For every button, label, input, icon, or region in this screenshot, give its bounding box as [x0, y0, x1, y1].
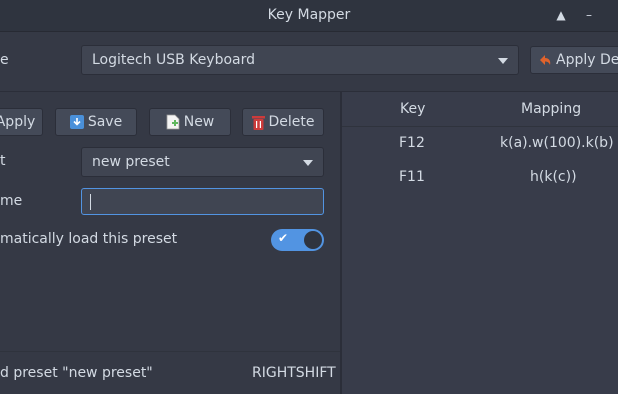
- delete-button[interactable]: Delete: [242, 108, 324, 136]
- undo-arrow-icon: [540, 55, 551, 65]
- column-header-key[interactable]: Key: [400, 101, 425, 117]
- column-header-mapping[interactable]: Mapping: [521, 101, 581, 117]
- device-combobox[interactable]: Logitech USB Keyboard: [81, 45, 519, 75]
- header-divider: [342, 126, 618, 127]
- switch-knob: [304, 231, 322, 249]
- close-button[interactable]: –: [580, 6, 598, 24]
- preset-selected-text: new preset: [92, 154, 170, 170]
- delete-label: Delete: [268, 114, 315, 130]
- title-bar: Key Mapper ▲ –: [0, 0, 618, 32]
- device-selected-text: Logitech USB Keyboard: [92, 52, 256, 68]
- mapping-cell[interactable]: k(a).w(100).k(b): [500, 135, 614, 151]
- name-label: me: [0, 193, 23, 209]
- minimize-button[interactable]: ▲: [552, 6, 570, 24]
- table-row[interactable]: F11 h(k(c)): [342, 164, 618, 192]
- preset-name-input[interactable]: [81, 188, 324, 215]
- status-key: RIGHTSHIFT: [252, 365, 336, 381]
- check-icon: ✔: [278, 231, 289, 245]
- chevron-down-icon: [303, 160, 313, 166]
- new-document-icon: [166, 114, 180, 130]
- text-cursor: [90, 194, 91, 210]
- apply-button[interactable]: Apply: [0, 108, 43, 136]
- mapping-table: Key Mapping F12 k(a).w(100).k(b) F11 h(k…: [341, 92, 618, 394]
- chevron-down-icon: [498, 58, 508, 64]
- mapping-cell[interactable]: h(k(c)): [530, 169, 577, 185]
- apply-defaults-button[interactable]: Apply Def: [530, 46, 618, 74]
- trash-icon: [251, 115, 265, 130]
- status-message: d preset "new preset": [0, 365, 153, 381]
- apply-defaults-label: Apply Def: [556, 52, 618, 68]
- table-row[interactable]: F12 k(a).w(100).k(b): [342, 130, 618, 158]
- autoload-switch[interactable]: ✔: [271, 229, 324, 251]
- save-label: Save: [87, 114, 123, 130]
- key-cell[interactable]: F11: [399, 169, 425, 185]
- new-button[interactable]: New: [149, 108, 231, 136]
- apply-label: Apply: [0, 114, 36, 130]
- save-button[interactable]: Save: [55, 108, 137, 136]
- key-cell[interactable]: F12: [399, 135, 425, 151]
- autoload-label: matically load this preset: [0, 231, 178, 247]
- save-icon: [69, 115, 84, 129]
- status-divider: [0, 351, 341, 352]
- window-title: Key Mapper: [267, 7, 351, 23]
- preset-label: t: [0, 153, 6, 169]
- device-label: e: [0, 52, 9, 68]
- preset-combobox[interactable]: new preset: [81, 147, 324, 177]
- new-label: New: [183, 114, 215, 130]
